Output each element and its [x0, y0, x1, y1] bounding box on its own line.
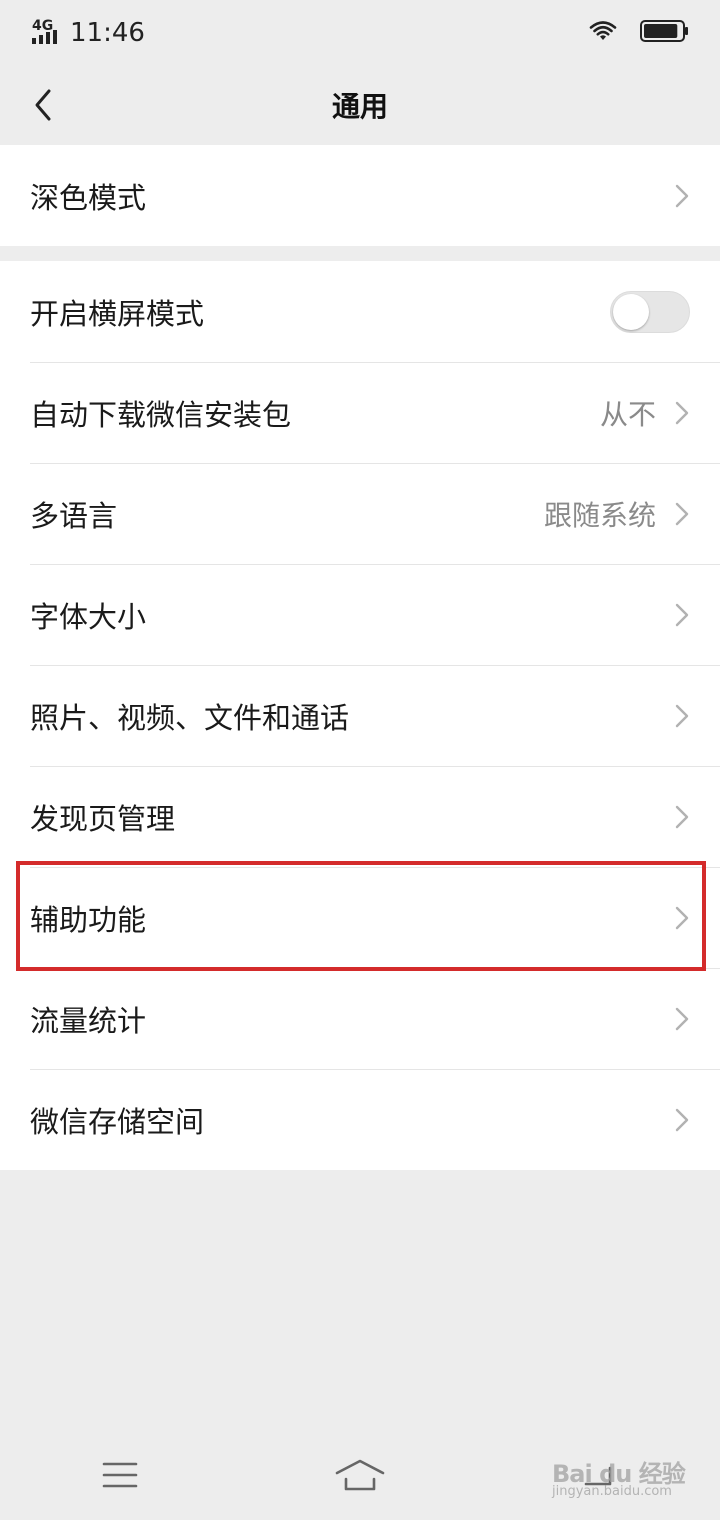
chevron-right-icon [674, 804, 690, 830]
settings-group-general: 开启横屏模式 自动下载微信安装包 从不 多语言 跟随系统 字体大小 照片、视频、… [0, 261, 720, 1170]
chevron-right-icon [674, 400, 690, 426]
row-language[interactable]: 多语言 跟随系统 [0, 463, 720, 564]
chevron-right-icon [674, 501, 690, 527]
row-storage[interactable]: 微信存储空间 [0, 1069, 720, 1170]
status-bar: 4G 11:46 [0, 0, 720, 66]
row-value: 从不 [599, 397, 656, 431]
menu-icon [102, 1462, 138, 1488]
row-discover-management[interactable]: 发现页管理 [0, 766, 720, 867]
row-value: 跟随系统 [543, 498, 656, 532]
watermark: Bai du 经验 jingyan.baidu.com [552, 1440, 702, 1504]
wifi-icon [588, 20, 618, 46]
chevron-right-icon [674, 1107, 690, 1133]
row-label: 自动下载微信安装包 [30, 397, 292, 432]
row-landscape-mode[interactable]: 开启横屏模式 [0, 261, 720, 362]
row-data-usage[interactable]: 流量统计 [0, 968, 720, 1069]
row-label: 辅助功能 [30, 902, 147, 937]
menu-button[interactable] [80, 1445, 160, 1505]
row-label: 字体大小 [30, 599, 147, 634]
chevron-right-icon [674, 183, 690, 209]
row-label: 照片、视频、文件和通话 [30, 700, 350, 735]
row-label: 多语言 [30, 498, 118, 533]
battery-icon [640, 19, 690, 47]
home-icon [335, 1459, 385, 1491]
row-media-files-calls[interactable]: 照片、视频、文件和通话 [0, 665, 720, 766]
row-label: 流量统计 [30, 1003, 147, 1038]
row-label: 微信存储空间 [30, 1104, 205, 1139]
chevron-right-icon [674, 1006, 690, 1032]
row-label: 开启横屏模式 [30, 296, 205, 331]
watermark-url: jingyan.baidu.com [552, 1484, 672, 1499]
chevron-left-icon [35, 89, 51, 121]
landscape-toggle[interactable] [610, 290, 690, 333]
chevron-right-icon [674, 703, 690, 729]
toggle-knob [613, 293, 649, 330]
back-button[interactable] [18, 80, 68, 130]
settings-group-display: 深色模式 [0, 145, 720, 246]
signal-icon: 4G [30, 18, 60, 48]
row-accessibility[interactable]: 辅助功能 [0, 867, 720, 968]
row-label: 发现页管理 [30, 801, 176, 836]
row-font-size[interactable]: 字体大小 [0, 564, 720, 665]
row-dark-mode[interactable]: 深色模式 [0, 145, 720, 246]
row-auto-download-installer[interactable]: 自动下载微信安装包 从不 [0, 362, 720, 463]
page-title: 通用 [331, 90, 388, 123]
home-button[interactable] [320, 1445, 400, 1505]
navigation-bar: 通用 [0, 66, 720, 144]
chevron-right-icon [674, 905, 690, 931]
status-time: 11:46 [70, 18, 145, 48]
chevron-right-icon [674, 602, 690, 628]
row-label: 深色模式 [30, 180, 147, 215]
